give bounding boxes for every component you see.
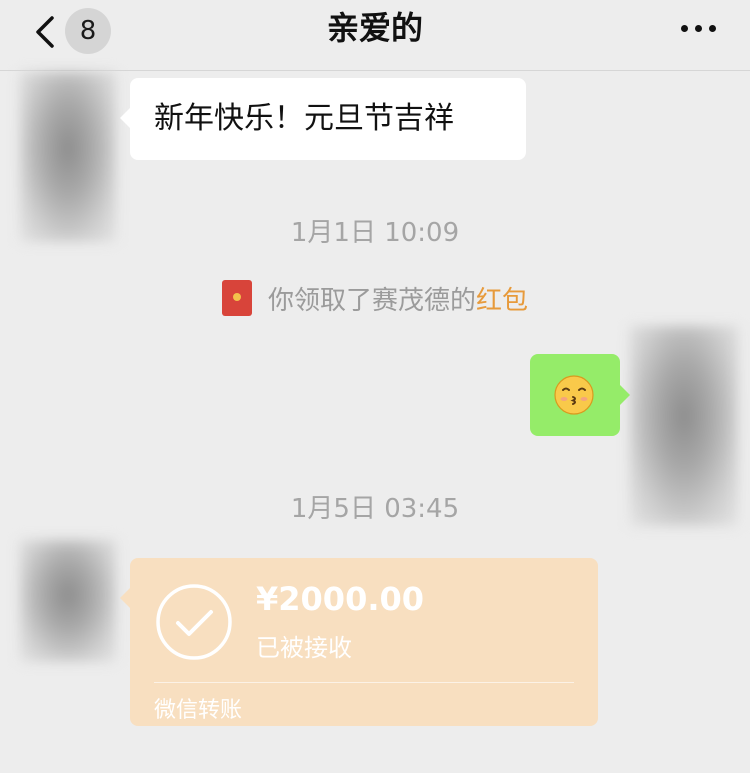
chat-screen: 8 亲爱的 新年快乐！元旦节吉祥 1月1日 10:09 你领取了赛茂德的 红包 — [0, 0, 750, 773]
system-message: 你领取了赛茂德的 红包 — [0, 278, 750, 318]
contact-avatar[interactable] — [20, 540, 116, 662]
more-dots-icon — [680, 24, 688, 32]
transfer-status: 已被接收 — [256, 634, 352, 662]
timestamp: 1月1日 10:09 — [290, 218, 460, 248]
chat-header: 8 亲爱的 — [0, 0, 750, 71]
check-circle-icon — [156, 584, 232, 660]
red-packet-icon — [221, 280, 252, 316]
transfer-amount: ¥2000.00 — [256, 580, 425, 618]
wechat-transfer-card[interactable]: ¥2000.00 已被接收 微信转账 — [120, 558, 598, 726]
timestamp: 1月5日 03:45 — [290, 494, 460, 524]
received-message-bubble[interactable]: 新年快乐！元旦节吉祥 — [120, 78, 526, 160]
sent-message-bubble[interactable] — [530, 354, 630, 436]
kissing-face-emoji-icon — [554, 375, 594, 415]
transfer-label: 微信转账 — [154, 698, 243, 723]
red-packet-link[interactable]: 红包 — [476, 280, 528, 317]
divider — [154, 682, 574, 683]
message-text: 新年快乐！元旦节吉祥 — [154, 101, 454, 136]
more-options-button[interactable] — [668, 14, 728, 42]
system-message-text: 你领取了赛茂德的 — [267, 285, 476, 316]
chat-title: 亲爱的 — [326, 9, 423, 47]
